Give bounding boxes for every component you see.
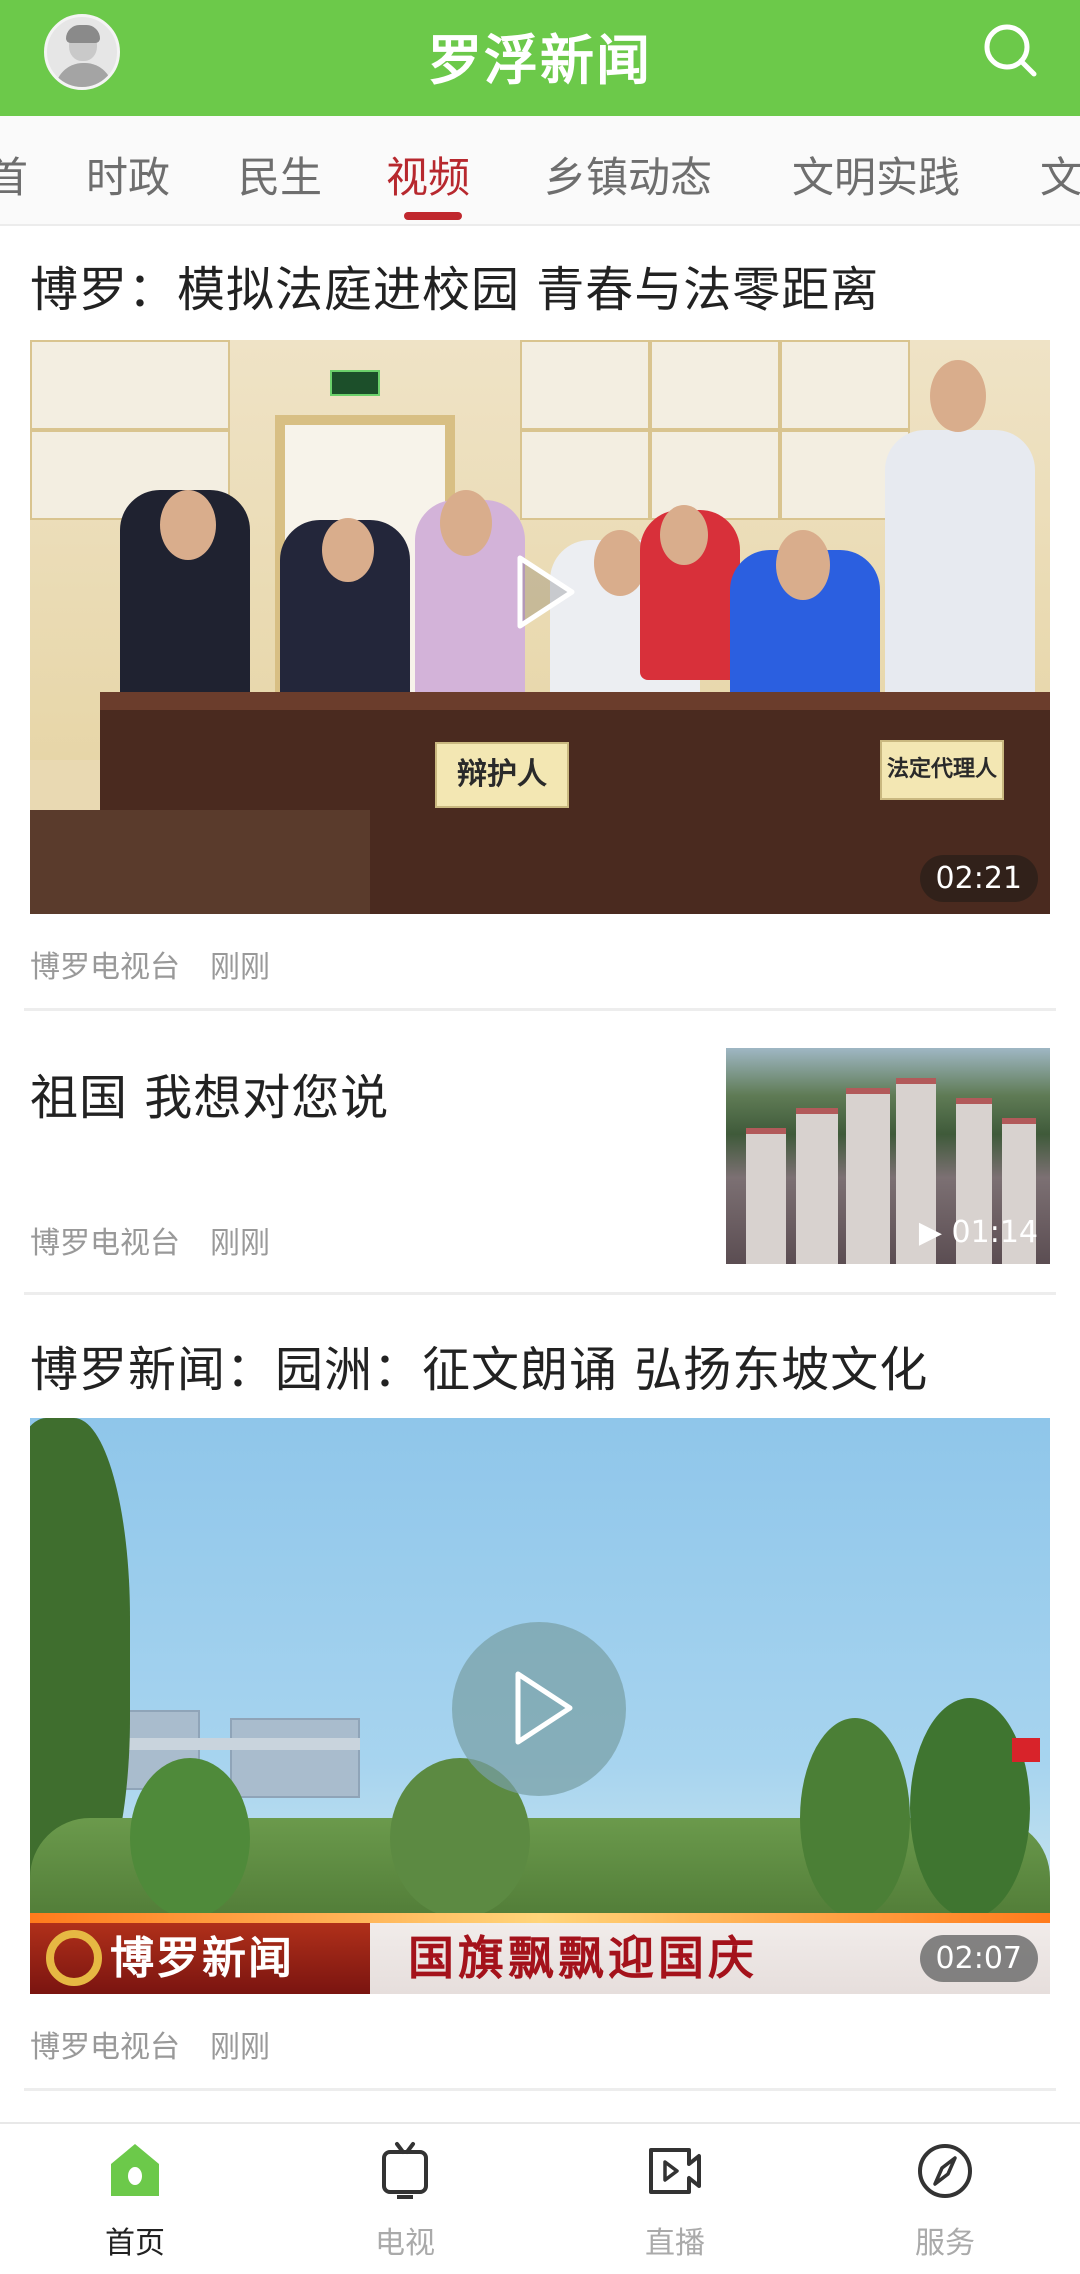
nav-services[interactable]: 服务 xyxy=(810,2124,1080,2274)
tab-video[interactable]: 视频 xyxy=(386,144,470,205)
search-button[interactable] xyxy=(980,20,1040,80)
tab-politics[interactable]: 时政 xyxy=(86,144,170,205)
divider xyxy=(24,1292,1056,1295)
compass-icon xyxy=(918,2144,972,2198)
app-title: 罗浮新闻 xyxy=(428,29,652,92)
tab-partial-right[interactable]: 文 xyxy=(1040,144,1080,205)
tab-township-news[interactable]: 乡镇动态 xyxy=(544,144,712,205)
active-tab-indicator xyxy=(404,212,462,220)
news-meta: 博罗电视台 刚刚 xyxy=(30,2022,270,2066)
flag xyxy=(1012,1738,1040,1762)
tv-icon xyxy=(382,2142,428,2199)
tab-partial-left[interactable]: 首 xyxy=(0,144,28,205)
news-time: 刚刚 xyxy=(210,2030,270,2065)
video-thumbnail[interactable]: 辩护人 法定代理人 02:21 xyxy=(30,340,1050,914)
nav-tv[interactable]: 电视 xyxy=(270,2124,540,2274)
tab-livelihood[interactable]: 民生 xyxy=(238,144,322,205)
news-title[interactable]: 博罗新闻：园洲：征文朗诵 弘扬东坡文化 xyxy=(30,1330,928,1400)
news-time: 刚刚 xyxy=(210,1226,270,1261)
defender-sign: 辩护人 xyxy=(435,742,569,808)
play-small-icon: ▶ xyxy=(918,1215,942,1250)
news-title[interactable]: 祖国 我想对您说 xyxy=(30,1058,389,1128)
news-source: 博罗电视台 xyxy=(30,950,180,985)
video-duration: 02:21 xyxy=(919,855,1038,902)
play-button[interactable] xyxy=(452,1622,626,1796)
video-duration: 02:07 xyxy=(919,1935,1038,1982)
channel-logo xyxy=(46,1930,102,1986)
divider xyxy=(24,2088,1056,2091)
category-tabs: 首 时政 民生 视频 乡镇动态 文明实践 文 xyxy=(0,116,1080,226)
tab-civilization-practice[interactable]: 文明实践 xyxy=(792,144,960,205)
video-thumbnail[interactable]: 博罗新闻 国旗飘飘迎国庆 02:07 xyxy=(30,1418,1050,1994)
exit-sign xyxy=(330,370,380,396)
live-video-icon xyxy=(649,2148,701,2194)
news-source: 博罗电视台 xyxy=(30,1226,180,1261)
video-duration: ▶ 01:14 xyxy=(918,1215,1038,1250)
news-title[interactable]: 博罗：模拟法庭进校园 青春与法零距离 xyxy=(30,250,879,320)
play-icon xyxy=(515,1671,573,1745)
divider xyxy=(24,1008,1056,1011)
bottom-navigation: 首页 电视 直播 服务 xyxy=(0,2122,1080,2274)
home-icon xyxy=(111,2144,159,2196)
news-source: 博罗电视台 xyxy=(30,2030,180,2065)
app-header: 罗浮新闻 xyxy=(0,0,1080,116)
news-meta: 博罗电视台 刚刚 xyxy=(30,1218,270,1262)
news-meta: 博罗电视台 刚刚 xyxy=(30,942,270,986)
video-thumbnail[interactable]: ▶ 01:14 xyxy=(726,1048,1050,1264)
legal-guardian-sign: 法定代理人 xyxy=(880,740,1004,800)
nav-live[interactable]: 直播 xyxy=(540,2124,810,2274)
news-time: 刚刚 xyxy=(210,950,270,985)
play-icon[interactable] xyxy=(512,552,578,632)
search-icon xyxy=(984,24,1037,77)
nav-home[interactable]: 首页 xyxy=(0,2124,270,2274)
